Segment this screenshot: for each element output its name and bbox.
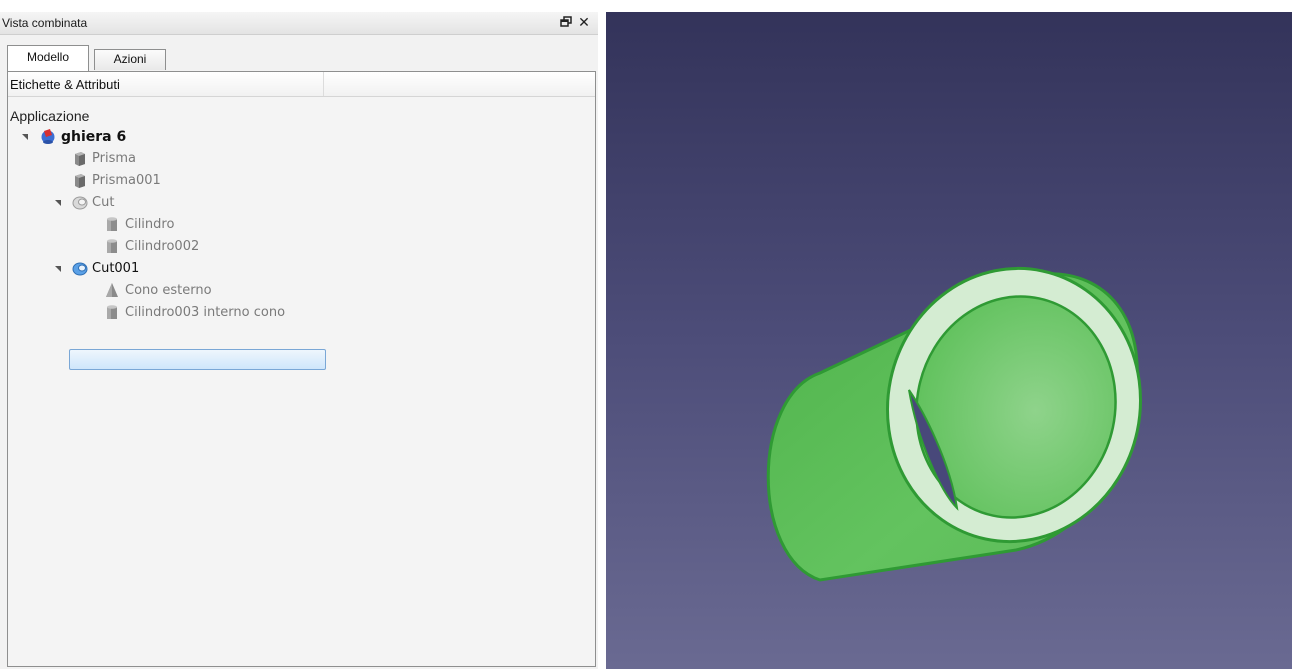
cylinder-icon: [104, 216, 120, 233]
tree-header: Etichette & Attributi: [8, 72, 595, 97]
tree-item-ghiera-6[interactable]: ghiera 6: [8, 126, 308, 148]
panel-title: Vista combinata: [2, 16, 88, 30]
tree-item-label: Cilindro: [125, 217, 175, 232]
tree-item-label: Cut001: [92, 261, 140, 276]
tree-item-cut001[interactable]: Cut001: [8, 258, 328, 280]
expand-arrow-icon[interactable]: [22, 134, 28, 140]
tree-item-prisma001[interactable]: Prisma001: [8, 170, 308, 192]
prism-icon: [72, 150, 88, 167]
tree-root-label: Applicazione: [10, 108, 90, 124]
tube-3d-shape[interactable]: [606, 12, 1292, 669]
tree-item-cut[interactable]: Cut: [8, 192, 308, 214]
tree-item-label: Prisma: [92, 151, 136, 166]
tree-item-prisma[interactable]: Prisma: [8, 148, 308, 170]
prism-icon: [72, 172, 88, 189]
panel-title-bar[interactable]: Vista combinata ✕: [0, 12, 598, 35]
model-tree: Etichette & Attributi Applicazione ghier…: [7, 71, 596, 667]
close-icon[interactable]: ✕: [577, 15, 591, 29]
tree-item-label: Cut: [92, 195, 115, 210]
tree-item-label: Prisma001: [92, 173, 161, 188]
cut-icon: [72, 260, 88, 277]
column-header-labels[interactable]: Etichette & Attributi: [8, 72, 324, 96]
float-window-icon[interactable]: [559, 15, 573, 29]
tree-item-label: Cilindro002: [125, 239, 200, 254]
cylinder-icon: [104, 304, 120, 321]
3d-viewport[interactable]: [606, 12, 1292, 669]
tree-item-cilindro002[interactable]: Cilindro002: [8, 236, 328, 258]
tab-azioni[interactable]: Azioni: [94, 49, 166, 70]
cone-icon: [104, 282, 120, 299]
tree-item-cono-esterno[interactable]: Cono esterno: [8, 280, 328, 302]
document-icon: [40, 128, 56, 145]
combo-view-panel: Vista combinata ✕ Modello Azioni Etichet…: [0, 12, 598, 669]
expand-arrow-icon[interactable]: [55, 200, 61, 206]
tree-item-label: Cilindro003 interno cono: [125, 305, 286, 320]
tree-item-cilindro[interactable]: Cilindro: [8, 214, 328, 236]
cylinder-icon: [104, 238, 120, 255]
tree-item-label: ghiera 6: [61, 129, 127, 145]
tree-item-label: Cono esterno: [125, 283, 212, 298]
tab-modello[interactable]: Modello: [7, 45, 89, 71]
tree-item-cilindro003[interactable]: Cilindro003 interno cono: [8, 302, 338, 324]
selection-highlight: [69, 349, 326, 370]
cut-icon: [72, 194, 88, 211]
expand-arrow-icon[interactable]: [55, 266, 61, 272]
